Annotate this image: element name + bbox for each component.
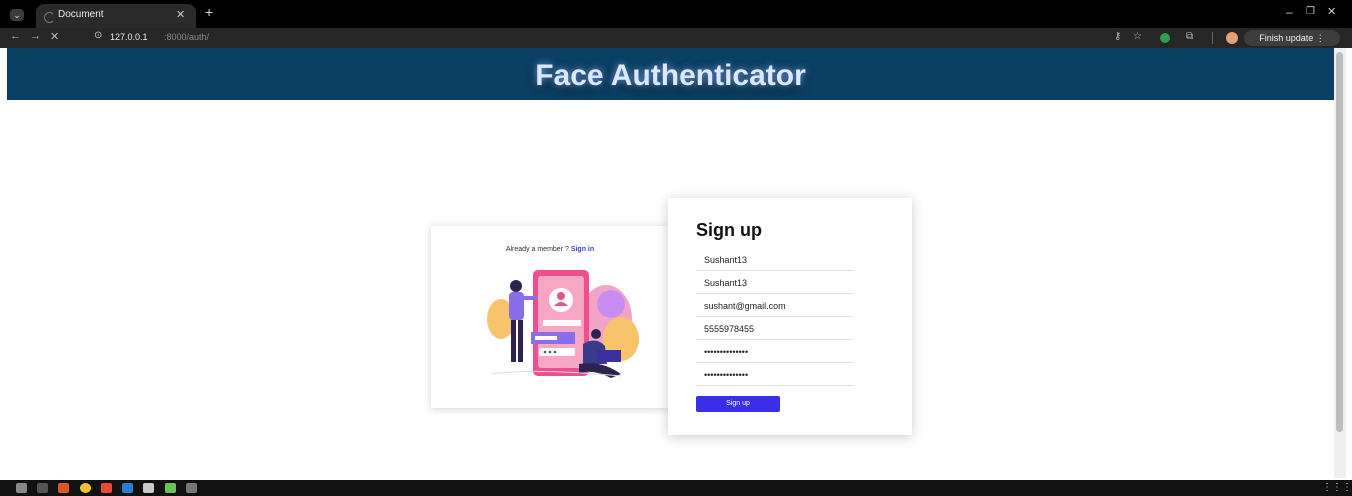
restore-icon[interactable]: ❐ (1306, 6, 1315, 17)
page-title: Face Authenticator (535, 59, 806, 92)
app-grid-icon[interactable]: ⋮⋮⋮ (1322, 482, 1352, 493)
page-scrollbar[interactable] (1334, 48, 1346, 478)
signup-button[interactable]: Sign up (696, 396, 780, 412)
password-key-icon[interactable]: ⚷ (1114, 31, 1121, 42)
back-icon[interactable]: ← (10, 30, 21, 42)
last-name-field[interactable]: Sushant13 (696, 272, 854, 294)
files-app-icon[interactable] (16, 483, 27, 493)
editor-app-icon[interactable] (143, 483, 154, 493)
sign-in-link[interactable]: Sign in (571, 246, 594, 253)
extensions-puzzle-icon[interactable]: ⧉ (1186, 31, 1193, 42)
forward-icon[interactable]: → (30, 30, 41, 42)
chrome-app-icon[interactable] (80, 483, 91, 493)
site-info-icon[interactable]: ⊙ (94, 30, 102, 41)
terminal-app-icon[interactable] (37, 483, 48, 493)
profile-avatar[interactable] (1226, 32, 1238, 44)
tool-app-icon[interactable] (186, 483, 197, 493)
password-field[interactable]: •••••••••••••• (696, 341, 854, 363)
close-tab-icon[interactable]: ✕ (176, 8, 185, 21)
app-store-icon[interactable] (58, 483, 69, 493)
url-path: :8000/auth/ (164, 32, 210, 42)
loading-spinner-icon (44, 12, 55, 23)
scrollbar-thumb[interactable] (1336, 52, 1343, 432)
tab-title: Document (58, 9, 104, 20)
os-taskbar: ⋮⋮⋮ (0, 480, 1352, 496)
bookmark-star-icon[interactable]: ☆ (1133, 31, 1142, 42)
extension-icon[interactable] (1160, 33, 1170, 43)
browser-tab[interactable]: Document ✕ (36, 4, 196, 28)
url-host: 127.0.0.1 (110, 32, 148, 42)
browser-tab-strip: ⌄ Document ✕ + – ❐ ✕ (0, 0, 1352, 28)
tab-search-icon[interactable]: ⌄ (10, 9, 24, 21)
signup-illustration (487, 270, 639, 378)
signin-card: Already a member ? Sign in (431, 226, 669, 408)
vscode-app-icon[interactable] (122, 483, 133, 493)
image-app-icon[interactable] (165, 483, 176, 493)
email-field[interactable]: sushant@gmail.com (696, 295, 854, 317)
page-header: Face Authenticator (7, 48, 1334, 100)
minimize-icon[interactable]: – (1286, 5, 1293, 19)
first-name-field[interactable]: Sushant13 (696, 249, 854, 271)
already-member-line: Already a member ? Sign in (431, 246, 669, 253)
finish-update-button[interactable]: Finish update ⋮ (1244, 30, 1340, 46)
address-bar[interactable]: ⊙ 127.0.0.1 :8000/auth/ (88, 30, 1228, 45)
window-close-icon[interactable]: ✕ (1327, 5, 1336, 18)
brave-app-icon[interactable] (101, 483, 112, 493)
browser-toolbar: ← → ✕ ⊙ 127.0.0.1 :8000/auth/ ⚷ ☆ ⧉ Fini… (0, 28, 1352, 48)
confirm-password-field[interactable]: •••••••••••••• (696, 364, 854, 386)
already-member-text: Already a member ? (505, 246, 569, 253)
signup-heading: Sign up (696, 220, 762, 240)
new-tab-icon[interactable]: + (205, 4, 213, 20)
toolbar-divider (1212, 32, 1213, 44)
stop-loading-icon[interactable]: ✕ (50, 30, 59, 43)
signup-card: Sign up Sushant13 Sushant13 sushant@gmai… (668, 198, 912, 435)
phone-field[interactable]: 5555978455 (696, 318, 854, 340)
